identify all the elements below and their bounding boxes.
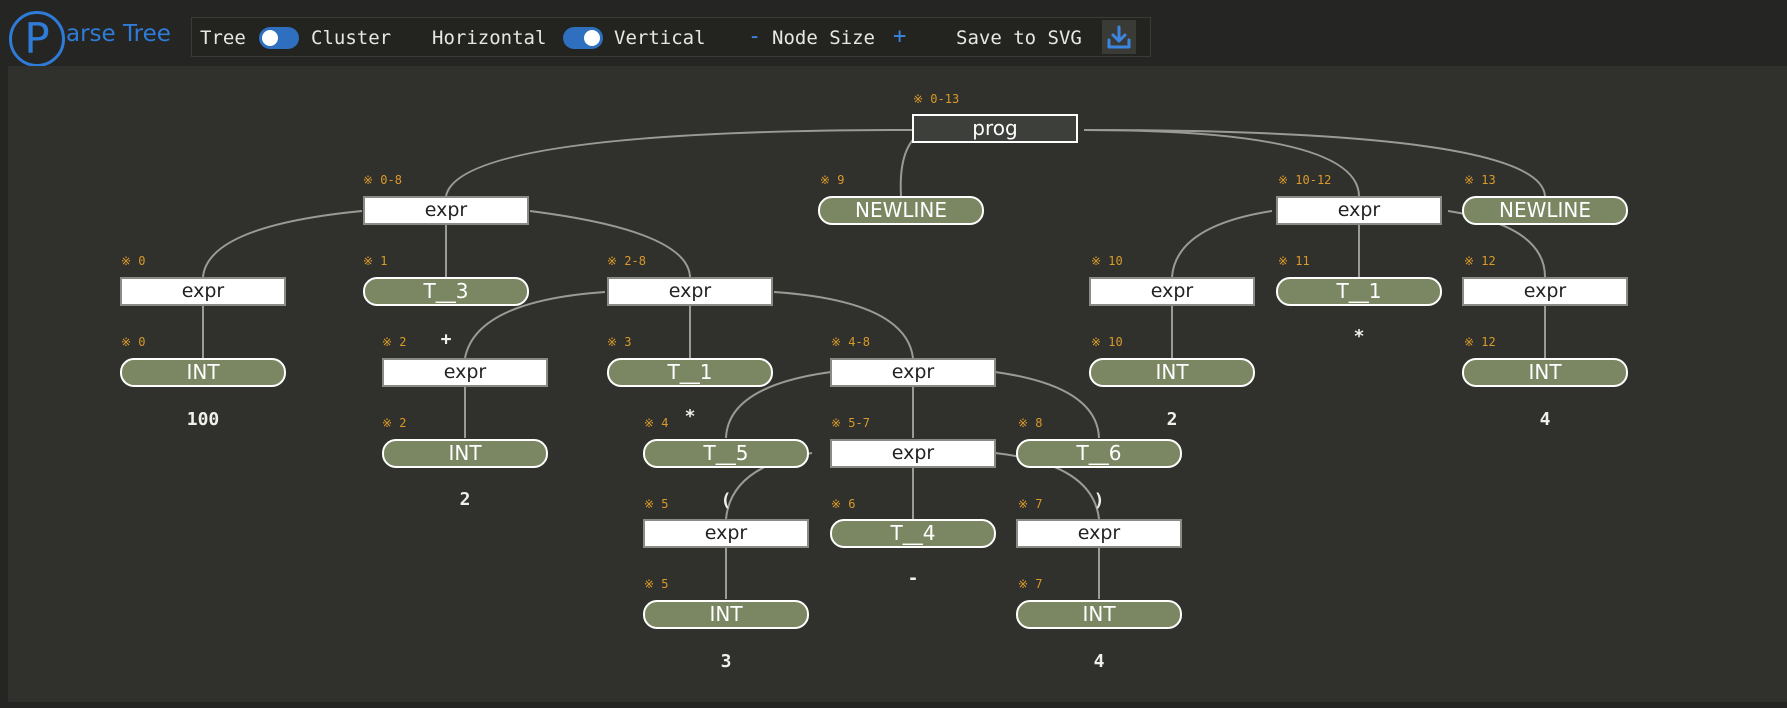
- node-range: ※ 9: [820, 173, 845, 187]
- tree-node-int[interactable]: INT: [1016, 600, 1182, 629]
- tree-node-prog[interactable]: prog: [912, 114, 1078, 143]
- node-range: ※ 10: [1091, 335, 1123, 349]
- node-range: ※ 5-7: [831, 416, 870, 430]
- tree-node-expr[interactable]: expr: [1089, 277, 1255, 306]
- node-range: ※ 3: [607, 335, 632, 349]
- token-text: 3: [720, 651, 732, 672]
- node-range: ※ 8: [1018, 416, 1043, 430]
- node-size-label: Node Size: [772, 27, 875, 49]
- tree-node-newline[interactable]: NEWLINE: [1462, 196, 1628, 225]
- tree-node-t6[interactable]: T__6: [1016, 439, 1182, 468]
- token-text: 4: [1539, 409, 1551, 430]
- node-range: ※ 7: [1018, 497, 1043, 511]
- token-text: *: [684, 406, 696, 427]
- node-range: ※ 6: [831, 497, 856, 511]
- node-range: ※ 12: [1464, 335, 1496, 349]
- cluster-label: Cluster: [311, 27, 392, 49]
- toolbar: Tree Cluster Horizontal Vertical - Node …: [191, 17, 1151, 57]
- tree-node-expr[interactable]: expr: [120, 277, 286, 306]
- app-header: P arse Tree Tree Cluster Horizontal Vert…: [0, 0, 1787, 67]
- token-text: -: [907, 568, 919, 589]
- tree-node-t4[interactable]: T__4: [830, 519, 996, 548]
- token-text: 4: [1093, 651, 1105, 672]
- node-range: ※ 13: [1464, 173, 1496, 187]
- save-svg-label[interactable]: Save to SVG: [956, 27, 1082, 49]
- tree-canvas: ※ 0-13 prog ※ 0-8 expr ※ 9 NEWLINE ※ 10-…: [8, 66, 1787, 702]
- token-text: 2: [1166, 409, 1178, 430]
- node-range: ※ 10: [1091, 254, 1123, 268]
- node-range: ※ 2: [382, 416, 407, 430]
- tree-node-t1[interactable]: T__1: [607, 358, 773, 387]
- node-range: ※ 7: [1018, 577, 1043, 591]
- parse-logo-icon: P: [9, 11, 65, 67]
- node-range: ※ 2: [382, 335, 407, 349]
- node-range: ※ 2-8: [607, 254, 646, 268]
- orientation-toggle[interactable]: [563, 27, 603, 49]
- app-title: arse Tree: [66, 21, 171, 47]
- tree-node-expr[interactable]: expr: [830, 439, 996, 468]
- tree-node-newline[interactable]: NEWLINE: [818, 196, 984, 225]
- tree-node-t3[interactable]: T__3: [363, 277, 529, 306]
- tree-node-expr[interactable]: expr: [830, 358, 996, 387]
- increase-node-size-button[interactable]: +: [893, 24, 906, 49]
- tree-node-expr[interactable]: expr: [363, 196, 529, 225]
- decrease-node-size-button[interactable]: -: [748, 24, 761, 49]
- token-text: ): [1093, 490, 1105, 511]
- token-text: (: [720, 490, 732, 511]
- node-range: ※ 0: [121, 254, 146, 268]
- download-button[interactable]: [1102, 20, 1136, 54]
- node-range: ※ 4-8: [831, 335, 870, 349]
- toggle-knob: [584, 30, 600, 46]
- tree-node-expr[interactable]: expr: [1462, 277, 1628, 306]
- node-range: ※ 0: [121, 335, 146, 349]
- tree-node-int[interactable]: INT: [120, 358, 286, 387]
- toggle-knob: [262, 30, 278, 46]
- token-text: +: [440, 329, 452, 350]
- token-text: 100: [186, 409, 220, 430]
- node-range: ※ 12: [1464, 254, 1496, 268]
- node-range: ※ 5: [644, 497, 669, 511]
- tree-node-expr[interactable]: expr: [382, 358, 548, 387]
- download-icon: [1107, 25, 1131, 49]
- tree-node-t1[interactable]: T__1: [1276, 277, 1442, 306]
- tree-node-t5[interactable]: T__5: [643, 439, 809, 468]
- tree-node-expr[interactable]: expr: [1276, 196, 1442, 225]
- horizontal-label: Horizontal: [432, 27, 547, 49]
- tree-node-int[interactable]: INT: [1089, 358, 1255, 387]
- tree-node-int[interactable]: INT: [1462, 358, 1628, 387]
- tree-node-int[interactable]: INT: [643, 600, 809, 629]
- tree-cluster-toggle[interactable]: [259, 27, 299, 49]
- token-text: 2: [459, 489, 471, 510]
- node-range: ※ 5: [644, 577, 669, 591]
- tree-node-expr[interactable]: expr: [643, 519, 809, 548]
- token-text: *: [1353, 326, 1365, 347]
- node-range: ※ 11: [1278, 254, 1310, 268]
- tree-node-int[interactable]: INT: [382, 439, 548, 468]
- node-range: ※ 1: [363, 254, 388, 268]
- tree-label: Tree: [200, 27, 246, 49]
- node-range: ※ 10-12: [1278, 173, 1332, 187]
- node-range: ※ 0-8: [363, 173, 402, 187]
- vertical-label: Vertical: [614, 27, 706, 49]
- tree-node-expr[interactable]: expr: [607, 277, 773, 306]
- logo-letter: P: [24, 14, 49, 63]
- tree-node-expr[interactable]: expr: [1016, 519, 1182, 548]
- node-range: ※ 0-13: [913, 92, 960, 106]
